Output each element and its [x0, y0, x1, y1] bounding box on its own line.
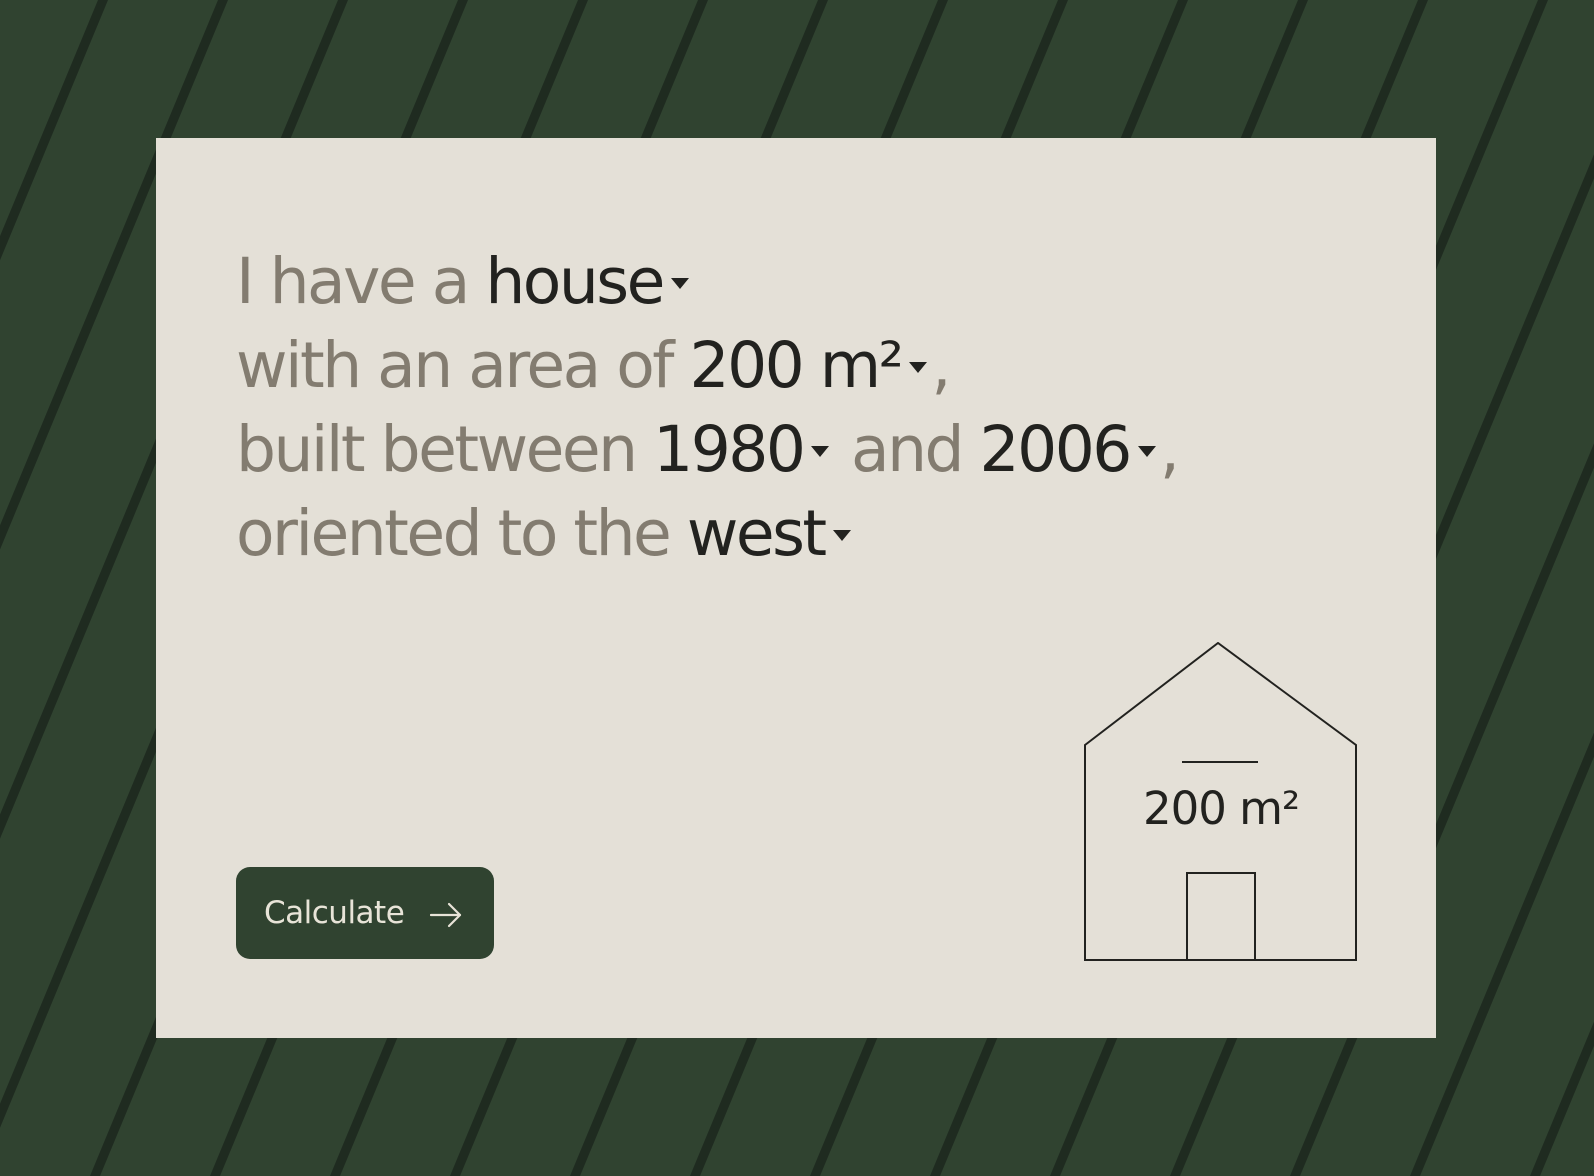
property-type-dropdown[interactable]: house [485, 245, 692, 318]
sentence-line-area: with an area of 200 m², [236, 324, 1416, 408]
line-prefix: built between [236, 413, 654, 486]
year-to-value: 2006 [979, 413, 1133, 486]
orientation-value: west [686, 497, 827, 570]
year-from-dropdown[interactable]: 1980 [653, 413, 833, 486]
property-type-value: house [485, 245, 665, 318]
sentence-line-property-type: I have a house [236, 240, 1416, 324]
line-suffix: , [931, 329, 951, 402]
caret-down-icon [670, 278, 689, 289]
caret-down-icon [1137, 446, 1156, 457]
sentence-line-build-years: built between 1980 and 2006, [236, 408, 1416, 492]
calculate-button[interactable]: Calculate [236, 867, 494, 959]
area-dropdown[interactable]: 200 m² [690, 329, 932, 402]
area-value: 200 m² [689, 329, 904, 402]
line-prefix: oriented to the [236, 497, 687, 570]
line-middle: and [833, 413, 980, 486]
house-illustration: 200 m² [1084, 641, 1358, 966]
property-description-sentence: I have a house with an area of 200 m², b… [236, 240, 1416, 576]
arrow-right-icon [430, 900, 462, 928]
caret-down-icon [909, 362, 928, 373]
orientation-dropdown[interactable]: west [687, 497, 855, 570]
line-suffix: , [1159, 413, 1180, 486]
calculator-card: I have a house with an area of 200 m², b… [156, 138, 1436, 1038]
year-from-value: 1980 [653, 413, 806, 486]
house-area-label: 200 m² [1142, 782, 1300, 835]
line-prefix: with an area of [236, 329, 690, 402]
caret-down-icon [811, 446, 830, 457]
caret-down-icon [832, 530, 851, 541]
calculate-button-label: Calculate [264, 895, 405, 931]
sentence-line-orientation: oriented to the west [236, 492, 1416, 576]
line-prefix: I have a [236, 245, 486, 318]
year-to-dropdown[interactable]: 2006 [980, 413, 1160, 486]
